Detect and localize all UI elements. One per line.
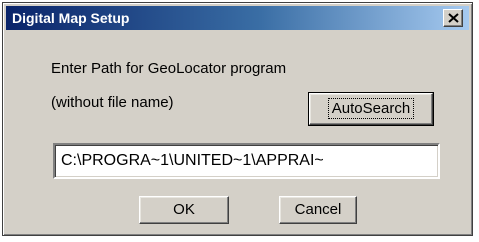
cancel-button[interactable]: Cancel xyxy=(279,196,357,224)
autosearch-button[interactable]: AutoSearch xyxy=(308,92,434,126)
close-button[interactable] xyxy=(443,9,463,27)
path-prompt-label: Enter Path for GeoLocator program xyxy=(51,60,287,77)
path-input[interactable]: C:\PROGRA~1\UNITED~1\APPRAI~ xyxy=(53,143,440,179)
path-hint-label: (without file name) xyxy=(51,94,174,111)
close-x-icon xyxy=(448,13,459,23)
title-bar[interactable]: Digital Map Setup xyxy=(6,6,469,30)
window-title: Digital Map Setup xyxy=(12,10,130,26)
digital-map-setup-dialog: Digital Map Setup Enter Path for GeoLoca… xyxy=(2,2,473,236)
autosearch-button-label: AutoSearch xyxy=(327,98,415,119)
ok-button[interactable]: OK xyxy=(139,196,229,224)
